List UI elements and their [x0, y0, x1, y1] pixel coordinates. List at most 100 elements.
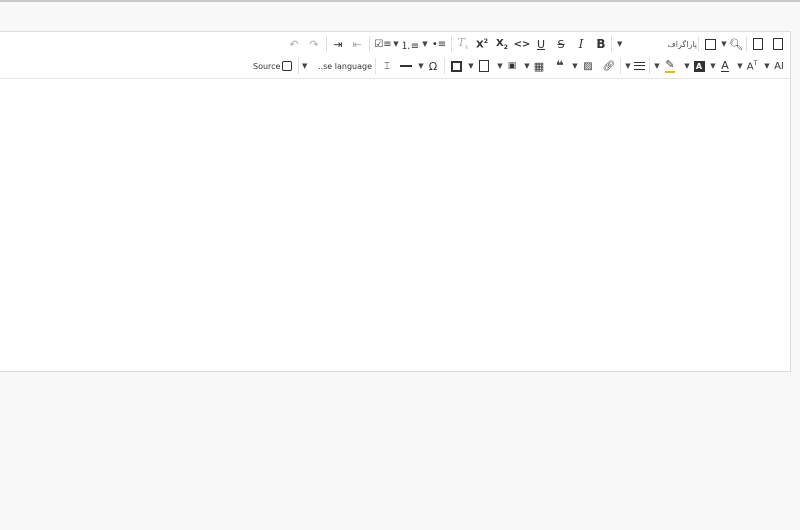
special-chars-dropdown[interactable]: ▼ — [417, 56, 425, 76]
chevron-down-icon: ▼ — [422, 40, 428, 48]
page-break-button[interactable]: ⌶ — [379, 56, 395, 76]
toolbar-row-2: Source ▼ ..se language ⌶ ▼ Ω ▼ ▼ ▣ ▼ ▦ ❝… — [0, 55, 790, 77]
redo-icon: ↷ — [309, 37, 319, 51]
media-icon: ▣ — [507, 61, 517, 71]
ai-dropdown[interactable]: ▼ — [763, 56, 771, 76]
numbered-list-button[interactable]: ⒈≡ — [400, 34, 420, 54]
template-icon — [450, 60, 462, 72]
language-label: ..se language — [318, 61, 372, 71]
image-icon: ▨ — [583, 60, 593, 72]
export-pdf-icon — [773, 38, 783, 50]
special-chars-icon: Ω — [428, 59, 438, 73]
todo-list-button[interactable]: ☑≡ — [373, 34, 393, 54]
special-chars-button[interactable]: Ω — [425, 56, 441, 76]
chevron-down-icon: ▼ — [737, 62, 743, 70]
align-icon — [633, 61, 645, 71]
form-icon — [479, 60, 489, 72]
chevron-down-icon: ▼ — [625, 62, 631, 70]
bg-color-dropdown[interactable]: ▼ — [683, 56, 691, 76]
find-replace-button[interactable]: 🔍︎ — [728, 34, 744, 54]
bulleted-list-icon: •≡ — [431, 38, 447, 50]
italic-button[interactable]: I — [573, 34, 589, 54]
indent-button[interactable]: ⇥ — [330, 34, 346, 54]
toolbar-separator — [326, 36, 327, 52]
font-color-button[interactable]: A — [717, 56, 733, 76]
underline-icon: U — [536, 37, 546, 51]
image-button[interactable]: ▨ — [580, 56, 596, 76]
redo-button[interactable]: ↷ — [306, 34, 322, 54]
highlight-icon: ✎ — [665, 58, 675, 73]
export-word-button[interactable] — [750, 34, 766, 54]
remove-format-button[interactable]: Tx — [455, 34, 471, 54]
numbered-list-dropdown[interactable]: ▼ — [421, 34, 429, 54]
todo-list-icon: ☑≡ — [374, 38, 392, 50]
toolbar-row-1: ↶ ↷ ⇥ ⇤ ☑≡ ▼ ⒈≡ ▼ •≡ Tx X2 X2 <> U S I B… — [0, 33, 790, 55]
table-dropdown[interactable]: ▼ — [523, 56, 531, 76]
chevron-down-icon: ▼ — [617, 40, 623, 48]
subscript-button[interactable]: X2 — [494, 34, 510, 54]
horizontal-line-button[interactable] — [398, 56, 414, 76]
source-editing-button[interactable]: Source — [253, 56, 295, 76]
bg-color-button[interactable]: A — [691, 56, 707, 76]
bold-button[interactable]: B — [593, 34, 609, 54]
toolbar-separator — [375, 58, 376, 74]
template-dropdown[interactable]: ▼ — [467, 56, 475, 76]
blockquote-icon: ❝ — [556, 58, 564, 74]
source-icon — [282, 61, 293, 71]
font-color-dropdown[interactable]: ▼ — [709, 56, 717, 76]
toolbar-separator — [298, 58, 299, 74]
bold-icon: B — [596, 37, 606, 51]
undo-button[interactable]: ↶ — [286, 34, 302, 54]
ai-assistant-icon: AI — [774, 60, 784, 72]
table-button[interactable]: ▦ — [531, 56, 547, 76]
media-dropdown[interactable]: ▼ — [496, 56, 504, 76]
highlight-button[interactable]: ✎ — [662, 56, 678, 76]
indent-icon: ⇥ — [333, 37, 343, 51]
code-button[interactable]: <> — [514, 34, 531, 54]
editor-content-area[interactable] — [0, 78, 790, 371]
outdent-icon: ⇤ — [352, 37, 362, 51]
chevron-down-icon: ▼ — [572, 62, 578, 70]
document-outline-button[interactable] — [702, 34, 718, 54]
align-button[interactable] — [631, 56, 647, 76]
font-size-dropdown[interactable]: ▼ — [736, 56, 744, 76]
toolbar-separator — [649, 58, 650, 74]
toolbar-separator — [369, 36, 370, 52]
document-outline-dropdown[interactable]: ▼ — [720, 34, 728, 54]
chevron-down-icon: ▼ — [497, 62, 503, 70]
media-embed-button[interactable]: ▣ — [504, 56, 520, 76]
superscript-button[interactable]: X2 — [474, 34, 490, 54]
numbered-list-icon: ⒈≡ — [400, 40, 420, 52]
export-word-icon — [753, 38, 763, 50]
italic-icon: I — [578, 37, 584, 51]
link-button[interactable]: 🔗︎ — [601, 56, 617, 76]
highlight-dropdown[interactable]: ▼ — [653, 56, 661, 76]
export-pdf-button[interactable] — [770, 34, 786, 54]
template-button[interactable] — [448, 56, 464, 76]
paragraph-format-dropdown[interactable]: ▼ پاراگراف — [617, 34, 697, 54]
language-dropdown[interactable]: ▼ ..se language — [302, 56, 372, 76]
blockquote-button[interactable]: ❝ — [552, 56, 568, 76]
undo-icon: ↶ — [289, 37, 299, 51]
paragraph-dropdown-icon — [704, 38, 716, 50]
chevron-down-icon: ▼ — [710, 62, 716, 70]
toolbar-separator — [451, 36, 452, 52]
strikethrough-button[interactable]: S — [553, 34, 569, 54]
source-label: Source — [253, 61, 281, 71]
outdent-button[interactable]: ⇤ — [349, 34, 365, 54]
image-dropdown[interactable]: ▼ — [571, 56, 579, 76]
chevron-down-icon: ▼ — [302, 62, 308, 70]
form-button[interactable] — [476, 56, 492, 76]
font-size-button[interactable]: AT — [744, 56, 760, 76]
chevron-down-icon: ▼ — [684, 62, 690, 70]
find-replace-icon: 🔍︎ — [729, 37, 743, 51]
superscript-icon: X2 — [476, 37, 488, 51]
table-icon: ▦ — [533, 59, 545, 73]
underline-button[interactable]: U — [533, 34, 549, 54]
toolbar-separator — [746, 36, 747, 52]
bg-color-icon: A — [693, 60, 705, 72]
todo-list-dropdown[interactable]: ▼ — [392, 34, 400, 54]
bulleted-list-button[interactable]: •≡ — [431, 34, 447, 54]
page-break-icon: ⌶ — [384, 60, 390, 72]
ai-assistant-button[interactable]: AI — [771, 56, 787, 76]
